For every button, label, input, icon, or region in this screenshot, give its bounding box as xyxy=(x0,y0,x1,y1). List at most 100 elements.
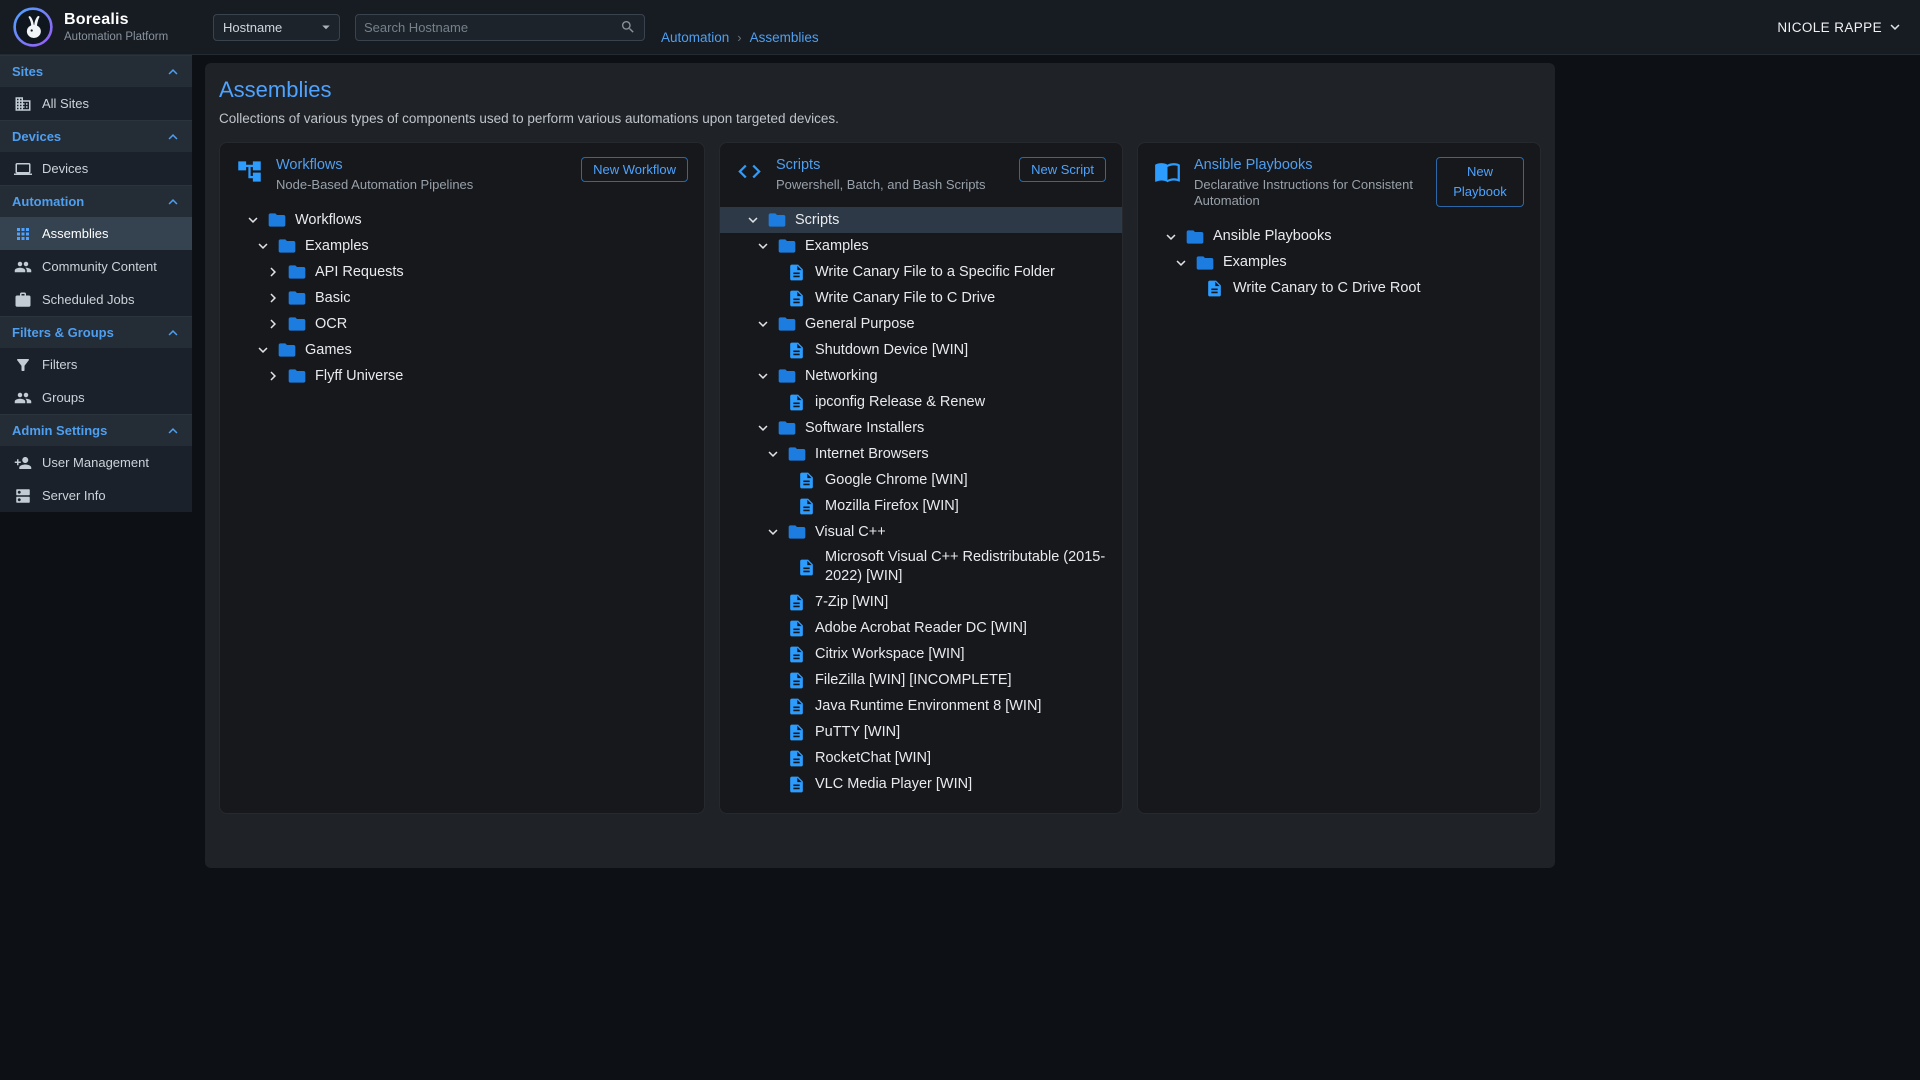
folder-icon xyxy=(1185,227,1205,247)
tree-item-folder[interactable]: Examples xyxy=(1138,250,1540,276)
search-input[interactable] xyxy=(364,20,620,35)
tree-item-label: Citrix Workspace [WIN] xyxy=(815,642,965,667)
chevron-down-icon[interactable] xyxy=(744,211,767,229)
tree-item-file[interactable]: Microsoft Visual C++ Redistributable (20… xyxy=(720,545,1122,589)
tree-item-file[interactable]: Write Canary to C Drive Root xyxy=(1138,276,1540,302)
tree-item-folder[interactable]: Scripts xyxy=(720,207,1122,233)
chevron-down-icon[interactable] xyxy=(764,445,787,463)
tree-item-file[interactable]: RocketChat [WIN] xyxy=(720,745,1122,771)
chevron-down-icon[interactable] xyxy=(754,419,777,437)
chevron-right-icon[interactable] xyxy=(264,367,287,385)
chevron-down-icon[interactable] xyxy=(754,237,777,255)
tree-item-folder[interactable]: Workflows xyxy=(220,207,704,233)
chevron-down-icon[interactable] xyxy=(254,237,277,255)
sidebar-item-all-sites[interactable]: All Sites xyxy=(0,87,192,120)
tree-item-folder[interactable]: Examples xyxy=(720,233,1122,259)
tree-item-label: Ansible Playbooks xyxy=(1213,224,1332,249)
tree-item-folder[interactable]: Examples xyxy=(220,233,704,259)
sidebar-section-sites[interactable]: Sites xyxy=(0,55,192,87)
tree-item-folder[interactable]: Visual C++ xyxy=(720,519,1122,545)
card-header: ScriptsPowershell, Batch, and Bash Scrip… xyxy=(720,157,1122,193)
tree-item-file[interactable]: Java Runtime Environment 8 [WIN] xyxy=(720,693,1122,719)
tree-item-label: 7-Zip [WIN] xyxy=(815,590,888,615)
brand: Borealis Automation Platform xyxy=(0,6,213,48)
card-playbooks: Ansible PlaybooksDeclarative Instruction… xyxy=(1137,142,1541,814)
chevron-down-icon[interactable] xyxy=(764,523,787,541)
tree-item-file[interactable]: Mozilla Firefox [WIN] xyxy=(720,493,1122,519)
sidebar-section-filters-groups[interactable]: Filters & Groups xyxy=(0,316,192,348)
cards-row: WorkflowsNode-Based Automation Pipelines… xyxy=(219,142,1541,814)
tree-item-file[interactable]: Shutdown Device [WIN] xyxy=(720,337,1122,363)
chevron-down-icon[interactable] xyxy=(754,315,777,333)
card-header: WorkflowsNode-Based Automation Pipelines… xyxy=(220,157,704,193)
tree-item-folder[interactable]: OCR xyxy=(220,311,704,337)
tree-item-folder[interactable]: Internet Browsers xyxy=(720,441,1122,467)
tree-item-label: Write Canary File to C Drive xyxy=(815,286,995,311)
tree-item-label: Visual C++ xyxy=(815,520,886,545)
folder-icon xyxy=(1195,253,1215,273)
folder-icon xyxy=(277,340,297,360)
tree-item-folder[interactable]: Basic xyxy=(220,285,704,311)
tree-item-file[interactable]: Write Canary File to a Specific Folder xyxy=(720,259,1122,285)
sidebar-item-devices[interactable]: Devices xyxy=(0,152,192,185)
tree-item-file[interactable]: Adobe Acrobat Reader DC [WIN] xyxy=(720,615,1122,641)
folder-icon xyxy=(787,522,807,542)
card-title: Ansible Playbooks xyxy=(1194,157,1424,173)
chevron-down-icon[interactable] xyxy=(1162,228,1185,246)
file-icon xyxy=(787,749,807,768)
tree-item-folder[interactable]: Networking xyxy=(720,363,1122,389)
new-script-button[interactable]: New Script xyxy=(1019,157,1106,182)
tree-item-file[interactable]: PuTTY [WIN] xyxy=(720,719,1122,745)
breadcrumb-automation[interactable]: Automation xyxy=(661,30,729,45)
tree-item-file[interactable]: FileZilla [WIN] [INCOMPLETE] xyxy=(720,667,1122,693)
sidebar-item-user-management[interactable]: User Management xyxy=(0,446,192,479)
sidebar-section-automation[interactable]: Automation xyxy=(0,185,192,217)
tree-item-folder[interactable]: API Requests xyxy=(220,259,704,285)
folder-icon xyxy=(287,314,307,334)
tree-item-folder[interactable]: Flyff Universe xyxy=(220,363,704,389)
sidebar-item-assemblies[interactable]: Assemblies xyxy=(0,217,192,250)
chevron-down-icon[interactable] xyxy=(754,367,777,385)
tree-item-label: ipconfig Release & Renew xyxy=(815,390,985,415)
chevron-right-icon[interactable] xyxy=(264,289,287,307)
user-menu[interactable]: NICOLE RAPPE xyxy=(1777,18,1904,36)
file-icon xyxy=(787,393,807,412)
hostname-dropdown[interactable]: Hostname xyxy=(213,14,340,41)
new-playbook-button[interactable]: New Playbook xyxy=(1436,157,1524,207)
chevron-right-icon[interactable] xyxy=(264,315,287,333)
tree-item-folder[interactable]: Software Installers xyxy=(720,415,1122,441)
chevron-down-icon[interactable] xyxy=(254,341,277,359)
breadcrumb-assemblies[interactable]: Assemblies xyxy=(750,30,819,45)
folder-icon xyxy=(287,366,307,386)
sidebar-item-filters[interactable]: Filters xyxy=(0,348,192,381)
sidebar-item-label: Filters xyxy=(42,357,77,372)
tree-item-folder[interactable]: Games xyxy=(220,337,704,363)
tree-item-label: Mozilla Firefox [WIN] xyxy=(825,494,959,519)
chevron-right-icon[interactable] xyxy=(264,263,287,281)
tree-item-file[interactable]: Citrix Workspace [WIN] xyxy=(720,641,1122,667)
tree-item-file[interactable]: 7-Zip [WIN] xyxy=(720,589,1122,615)
file-icon xyxy=(787,645,807,664)
search-hostname xyxy=(355,14,645,41)
folder-icon xyxy=(777,366,797,386)
tree-item-file[interactable]: Write Canary File to C Drive xyxy=(720,285,1122,311)
new-workflow-button[interactable]: New Workflow xyxy=(581,157,688,182)
tree-item-label: Adobe Acrobat Reader DC [WIN] xyxy=(815,616,1027,641)
tree-item-folder[interactable]: Ansible Playbooks xyxy=(1138,224,1540,250)
file-icon xyxy=(797,497,817,516)
tree-item-file[interactable]: ipconfig Release & Renew xyxy=(720,389,1122,415)
sidebar-item-scheduled-jobs[interactable]: Scheduled Jobs xyxy=(0,283,192,316)
sidebar-item-groups[interactable]: Groups xyxy=(0,381,192,414)
sidebar-item-community-content[interactable]: Community Content xyxy=(0,250,192,283)
tree-item-file[interactable]: VLC Media Player [WIN] xyxy=(720,771,1122,797)
assemblies-icon xyxy=(14,225,32,243)
sidebar-item-server-info[interactable]: Server Info xyxy=(0,479,192,512)
sidebar-section-devices[interactable]: Devices xyxy=(0,120,192,152)
tree-item-file[interactable]: Google Chrome [WIN] xyxy=(720,467,1122,493)
tree-item-label: Workflows xyxy=(295,208,362,233)
devices-icon xyxy=(14,160,32,178)
tree-item-folder[interactable]: General Purpose xyxy=(720,311,1122,337)
chevron-down-icon[interactable] xyxy=(244,211,267,229)
chevron-down-icon[interactable] xyxy=(1172,254,1195,272)
sidebar-section-admin-settings[interactable]: Admin Settings xyxy=(0,414,192,446)
